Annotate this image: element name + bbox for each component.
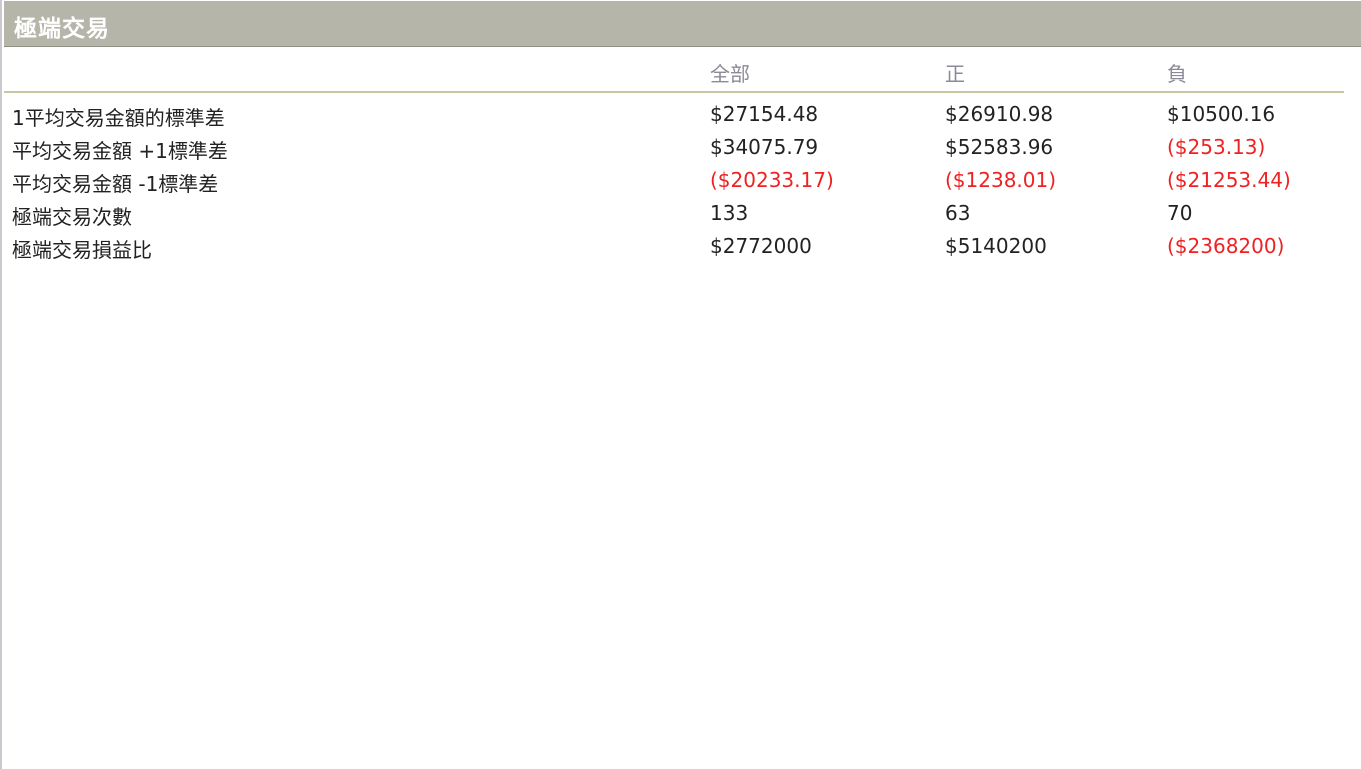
row-label: 極端交易損益比: [12, 238, 152, 262]
row-label: 平均交易金額 -1標準差: [12, 172, 219, 196]
table-row: 平均交易金額 -1標準差 ($20233.17) ($1238.01) ($21…: [2, 168, 1361, 201]
column-header-positive: 正: [945, 62, 965, 86]
value-positive: $26910.98: [945, 102, 1054, 126]
value-all: $34075.79: [710, 135, 819, 159]
value-all: ($20233.17): [710, 168, 834, 192]
row-label: 平均交易金額 +1標準差: [12, 139, 228, 163]
table-row: 極端交易損益比 $2772000 $5140200 ($2368200): [2, 234, 1361, 267]
table-header: 全部 正 負: [4, 56, 1344, 93]
value-positive: ($1238.01): [945, 168, 1057, 192]
table-row: 平均交易金額 +1標準差 $34075.79 $52583.96 ($253.1…: [2, 135, 1361, 168]
panel-title-bar: 極端交易: [4, 1, 1361, 47]
panel-title: 極端交易: [14, 16, 110, 42]
table-row: 1平均交易金額的標準差 $27154.48 $26910.98 $10500.1…: [2, 102, 1361, 135]
value-negative: ($253.13): [1167, 135, 1266, 159]
value-negative: ($21253.44): [1167, 168, 1291, 192]
value-positive: 63: [945, 201, 971, 225]
row-label: 極端交易次數: [12, 205, 132, 229]
extreme-trades-panel: 極端交易 全部 正 負 1平均交易金額的標準差 $27154.48 $26910…: [0, 0, 1361, 769]
row-label: 1平均交易金額的標準差: [12, 106, 225, 130]
column-header-negative: 負: [1167, 62, 1187, 86]
value-negative: 70: [1167, 201, 1193, 225]
value-all: $27154.48: [710, 102, 819, 126]
value-all: 133: [710, 201, 749, 225]
value-all: $2772000: [710, 234, 812, 258]
value-positive: $5140200: [945, 234, 1047, 258]
value-positive: $52583.96: [945, 135, 1054, 159]
table-row: 極端交易次數 133 63 70: [2, 201, 1361, 234]
column-header-all: 全部: [710, 62, 750, 86]
value-negative: $10500.16: [1167, 102, 1276, 126]
value-negative: ($2368200): [1167, 234, 1285, 258]
